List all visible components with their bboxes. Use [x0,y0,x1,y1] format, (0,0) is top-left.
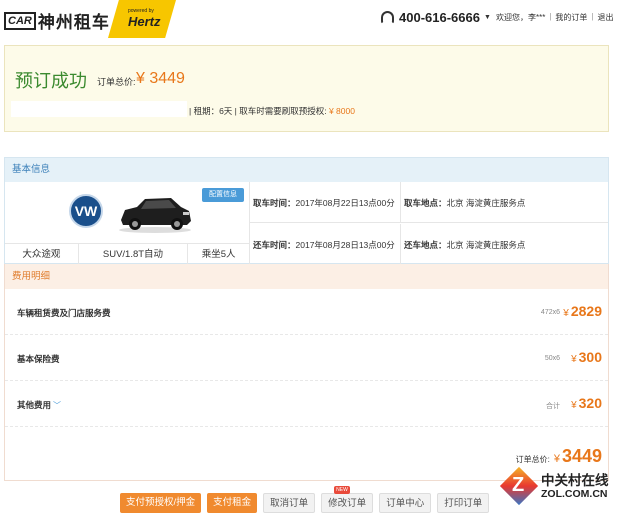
site-header: CAR 神州租车 powered by Hertz 400-616-6666 ▼… [0,0,640,38]
logout-link[interactable]: 退出 [598,12,614,23]
fee-calc: 合计 [546,403,560,410]
divider [400,182,401,223]
partner-name: Hertz [128,14,161,29]
order-center-button[interactable]: 订单中心 [379,493,432,513]
hotline[interactable]: 400-616-6666 ▼ [381,10,491,25]
divider [400,224,401,265]
volkswagen-logo-icon: VW [69,194,103,228]
car-seats: 乘坐5人 [201,249,236,260]
car-type: SUV/1.8T自动 [79,244,189,266]
fee-amount: ¥320 [571,395,602,411]
fee-amount-value: 300 [578,349,602,365]
return-time: 还车时间：2017年08月28日13点00分 [253,239,395,251]
fee-details-section: 费用明细 车辆租赁费及门店服务费 472x6 ¥2829 基本保险费 50x6 … [4,264,609,481]
fee-amount-value: 320 [578,395,602,411]
pickup-time-value: 2017年08月22日13点00分 [295,198,395,208]
fee-total-value: 3449 [561,446,602,466]
watermark-cn: 中关村在线 [541,473,609,488]
fee-amount: ¥2829 [563,303,602,319]
other-fees-toggle[interactable]: 其他费用 ﹀ [17,399,61,411]
config-info-button[interactable]: 配置信息 [202,188,244,202]
fee-total: 订单总价: ¥ 3449 [516,446,602,467]
pickup-place-label: 取车地点： [404,198,447,208]
section-title: 基本信息 [5,158,608,182]
my-orders-link[interactable]: 我的订单 [555,12,587,23]
modify-order-button[interactable]: NEW 修改订单 [321,486,374,513]
zol-logo-letter: Z [512,474,525,496]
pickup-return-details: 取车时间：2017年08月22日13点00分 取车地点：北京 海淀黄庄服务点 还… [250,182,608,265]
rental-period: | 租期：6天 | 取车时需要刷取预授权: [189,106,327,116]
divider: | [591,12,594,21]
print-order-button[interactable]: 打印订单 [437,493,490,513]
fee-total-label: 订单总价: [515,455,550,464]
cancel-order-button[interactable]: 取消订单 [263,493,316,513]
pickup-time-label: 取车时间： [253,198,296,208]
return-place-value: 北京 海淀黄庄服务点 [446,240,526,250]
pickup-time: 取车时间：2017年08月22日13点00分 [253,197,395,209]
pickup-place-value: 北京 海淀黄庄服务点 [446,198,526,208]
rental-summary: | 租期：6天 | 取车时需要刷取预授权: ¥ 8000 [189,105,355,117]
redacted-order-number [11,101,187,117]
headset-icon [381,11,394,24]
car-overview: VW 配置信息 [5,182,250,243]
chevron-down-icon[interactable]: ▼ [484,14,491,21]
fee-name: 基本保险费 [17,354,60,364]
logo-car-mark: CAR [4,11,36,30]
user-menu: 欢迎您，李*** | 我的订单 | 退出 [496,12,614,23]
fee-amount-value: 2829 [570,303,602,319]
return-time-label: 还车时间： [253,240,296,250]
return-place: 还车地点：北京 海淀黄庄服务点 [404,239,525,251]
user-greeting[interactable]: 欢迎您，李*** [496,12,545,23]
success-title: 预订成功 [15,71,87,91]
section-title: 费用明细 [5,264,608,289]
pickup-place: 取车地点：北京 海淀黄庄服务点 [404,197,525,209]
chevron-down-icon[interactable]: ﹀ [53,401,61,410]
fee-amount: ¥300 [571,349,602,365]
zol-watermark: Z 中关村在线 ZOL.COM.CN [497,466,640,516]
fee-calc: 50x6 [544,355,560,362]
car-image [119,198,191,233]
car-model: 大众途观 [5,244,79,266]
divider: | [549,12,552,21]
return-place-label: 还车地点： [404,240,447,250]
car-specs: 大众途观 SUV/1.8T自动 乘坐5人 [5,243,250,266]
order-total-label: 订单总价: [97,77,136,87]
return-time-value: 2017年08月28日13点00分 [295,240,395,250]
booking-success-panel: 预订成功 订单总价: ¥ 3449 | 租期：6天 | 取车时需要刷取预授权: … [4,45,609,132]
hotline-number: 400-616-6666 [399,10,480,25]
fee-row: 车辆租赁费及门店服务费 472x6 ¥2829 [5,289,608,335]
brand-logo[interactable]: CAR 神州租车 [4,8,110,33]
order-total-value: ¥ 3449 [136,70,185,87]
currency-symbol: ¥ [571,354,577,365]
fee-row: 基本保险费 50x6 ¥300 [5,335,608,381]
watermark-en: ZOL.COM.CN [541,488,608,500]
pay-preauth-button[interactable]: 支付预授权/押金 [120,493,202,513]
currency-symbol: ¥ [563,308,569,319]
modify-order-label: 修改订单 [328,498,367,509]
logo-wordmark: 神州租车 [37,13,110,32]
basic-info-section: 基本信息 VW 配置信息 大众途观 SUV/1.8T自动 乘坐5人 取车时间：2… [4,157,609,266]
return-row: 还车时间：2017年08月28日13点00分 还车地点：北京 海淀黄庄服务点 [250,224,608,265]
fee-name: 其他费用 [17,400,52,410]
fee-row[interactable]: 其他费用 ﹀ 合计 ¥320 [5,381,608,427]
currency-symbol: ¥ [553,453,560,465]
pay-rent-button[interactable]: 支付租金 [207,493,258,513]
hertz-partner-logo: powered by Hertz [108,0,176,38]
pickup-row: 取车时间：2017年08月22日13点00分 取车地点：北京 海淀黄庄服务点 [250,182,608,223]
new-badge: NEW [334,486,350,494]
currency-symbol: ¥ [571,400,577,411]
fee-calc: 472x6 [540,309,560,316]
preauth-amount: ¥ 8000 [328,106,355,116]
order-actions: 支付预授权/押金 支付租金 取消订单 NEW 修改订单 订单中心 打印订单 [120,486,495,513]
fee-name: 车辆租赁费及门店服务费 [17,308,111,318]
